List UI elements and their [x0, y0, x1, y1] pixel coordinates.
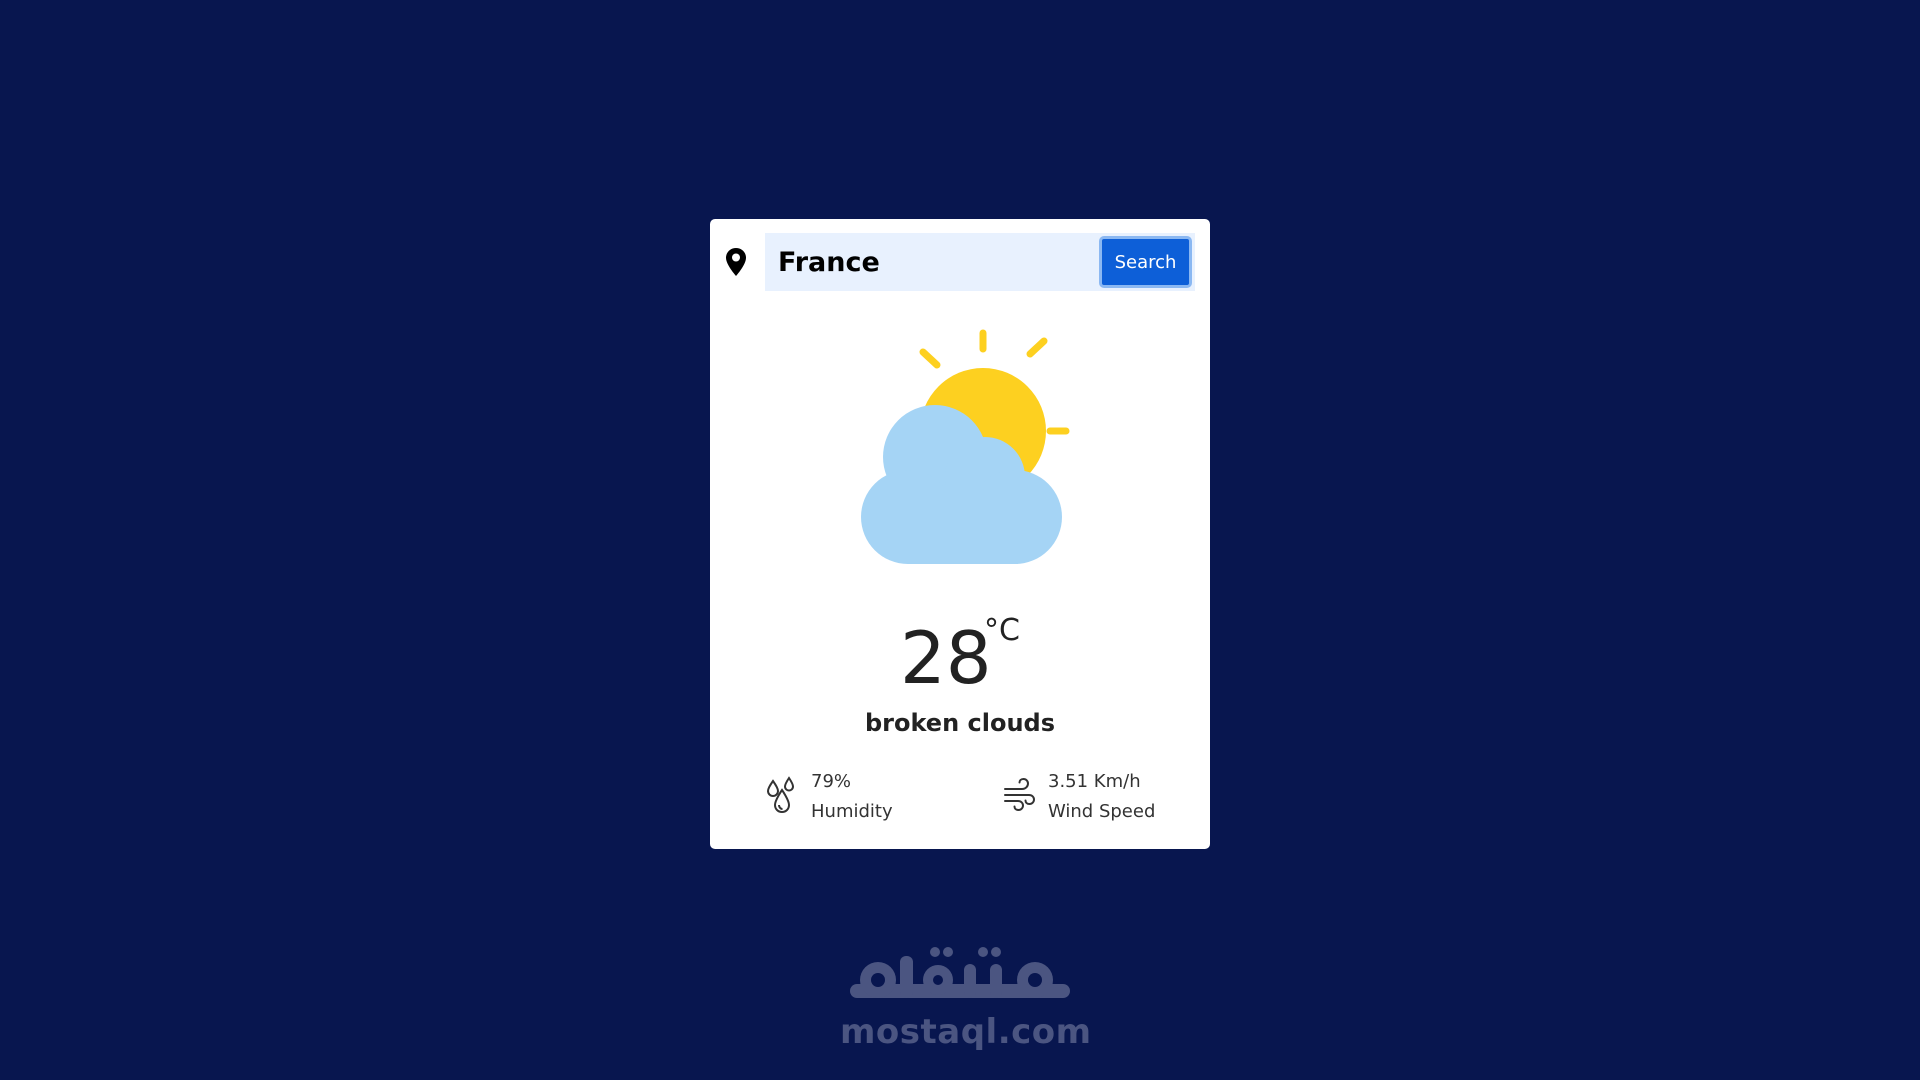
location-pin-icon	[725, 233, 755, 291]
temperature-unit: °C	[984, 613, 1020, 648]
wind-stat: 3.51 Km/h Wind Speed	[1002, 767, 1155, 831]
search-field: Search	[765, 233, 1195, 291]
search-button[interactable]: Search	[1099, 236, 1192, 288]
partly-cloudy-icon	[830, 327, 1090, 587]
search-input[interactable]	[765, 233, 1095, 291]
temperature-value: 28	[900, 616, 992, 700]
watermark-text: mostaql.com	[840, 1012, 1092, 1052]
search-bar: Search	[725, 233, 1195, 291]
temperature-display: 28 °C	[710, 614, 1210, 704]
watermark-logo	[840, 942, 1080, 1012]
wind-label: Wind Speed	[1048, 801, 1156, 822]
wind-value: 3.51 Km/h	[1048, 771, 1141, 792]
wind-icon	[1002, 775, 1036, 815]
humidity-stat: 79% Humidity	[765, 767, 893, 831]
weather-description: broken clouds	[864, 709, 1056, 737]
humidity-icon	[765, 775, 799, 815]
weather-card: Search 28 °C broken	[710, 219, 1210, 849]
humidity-label: Humidity	[811, 801, 893, 822]
watermark: mostaql.com	[840, 942, 1092, 1062]
humidity-value: 79%	[811, 771, 852, 792]
